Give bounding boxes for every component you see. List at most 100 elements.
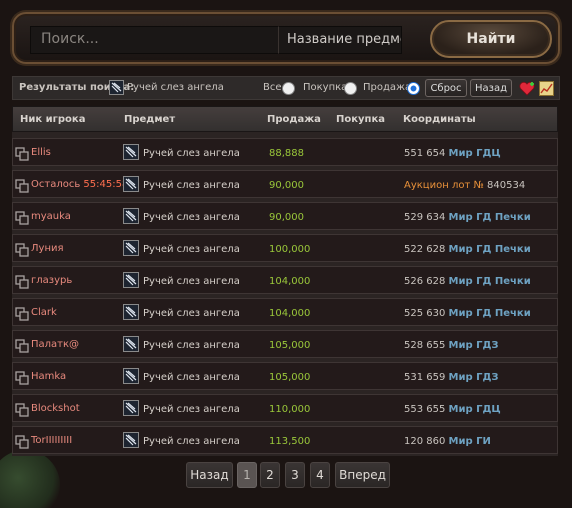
table-row[interactable]: Clark Ручей слез ангела 104,000 525 630 Мир… [12, 298, 558, 326]
row-item-name: Ручей слез ангела [143, 404, 240, 415]
search-input[interactable]: Поиск... [30, 26, 278, 54]
header-buy: Покупка [336, 114, 385, 125]
item-name-field[interactable]: Название предмета [278, 26, 402, 54]
row-price: 100,000 [269, 244, 311, 255]
copy-icon[interactable] [15, 306, 29, 321]
selected-item-name: Ручей слез ангела [127, 82, 224, 93]
item-icon [123, 304, 139, 324]
row-item-name: Ручей слез ангела [143, 308, 240, 319]
table-row[interactable]: Луния Ручей слез ангела 100,000 522 628 Мир… [12, 234, 558, 262]
radio-buy[interactable] [344, 82, 357, 95]
copy-icon[interactable] [15, 402, 29, 417]
coord-location: Мир ГДЗ [448, 340, 499, 351]
header-sell: Продажа [267, 114, 321, 125]
coord-xy: 529 634 [404, 212, 446, 223]
coord-location: Мир ГИ [448, 436, 491, 447]
table-row[interactable]: TorIIIIIIIII Ручей слез ангела 113,500 120 … [12, 426, 558, 454]
row-nick[interactable]: Clark [31, 307, 57, 318]
row-coords: 553 655 Мир ГДЦ [404, 404, 501, 415]
coord-location: Мир ГД Печки [448, 244, 531, 255]
heart-plus-icon[interactable] [519, 81, 535, 96]
coord-xy: 553 655 [404, 404, 446, 415]
coord-location: Мир ГДЦ [448, 404, 501, 415]
row-nick[interactable]: TorIIIIIIIII [31, 435, 72, 446]
item-icon [123, 432, 139, 452]
row-item-name: Ручей слез ангела [143, 340, 240, 351]
row-coords: 120 860 Мир ГИ [404, 436, 491, 447]
filter-bar: Результаты поиска: Ручей слез ангела Все… [12, 76, 560, 100]
pagination-page-1[interactable]: 1 [237, 462, 257, 488]
table-row[interactable]: myauka Ручей слез ангела 90,000 529 634 Мир… [12, 202, 558, 230]
row-item-name: Ручей слез ангела [143, 148, 240, 159]
find-button[interactable]: Найти [430, 20, 552, 58]
pagination-page-3[interactable]: 3 [285, 462, 305, 488]
row-nick[interactable]: глазурь [31, 275, 72, 286]
coord-location: Мир ГДЦ [448, 148, 501, 159]
item-icon [123, 208, 139, 228]
pagination-page-4[interactable]: 4 [310, 462, 330, 488]
row-price: 105,000 [269, 340, 311, 351]
table-row[interactable]: Ellis Ручей слез ангела 88,888 551 654 Мир … [12, 138, 558, 166]
pagination-page-2[interactable]: 2 [260, 462, 280, 488]
table-row[interactable]: Hamka Ручей слез ангела 105,000 531 659 Мир… [12, 362, 558, 390]
row-item-name: Ручей слез ангела [143, 180, 240, 191]
coord-xy: 551 654 [404, 148, 446, 159]
copy-icon[interactable] [15, 146, 29, 161]
coord-location: Мир ГД Печки [448, 212, 531, 223]
row-price: 88,888 [269, 148, 304, 159]
row-coords: 531 659 Мир ГДЗ [404, 372, 499, 383]
results-table: Ник игрока Предмет Продажа Покупка Коорд… [12, 106, 558, 456]
row-price: 110,000 [269, 404, 311, 415]
row-nick[interactable]: Blockshot [31, 403, 80, 414]
row-coords: Аукцион лот № 840534 [404, 180, 525, 191]
row-price: 90,000 [269, 212, 304, 223]
row-item-name: Ручей слез ангела [143, 372, 240, 383]
row-price: 105,000 [269, 372, 311, 383]
row-nick[interactable]: Палатк@ [31, 339, 79, 350]
row-nick[interactable]: myauka [31, 211, 71, 222]
row-price: 113,500 [269, 436, 311, 447]
row-item-name: Ручей слез ангела [143, 244, 240, 255]
row-price: 90,000 [269, 180, 304, 191]
table-row[interactable]: Blockshot Ручей слез ангела 110,000 553 655… [12, 394, 558, 422]
pagination-next-button[interactable]: Вперед [335, 462, 390, 488]
row-nick[interactable]: Hamka [31, 371, 66, 382]
copy-icon[interactable] [15, 242, 29, 257]
radio-sell[interactable] [407, 82, 420, 95]
copy-icon[interactable] [15, 434, 29, 449]
coord-xy: 525 630 [404, 308, 446, 319]
auction-lot: 840534 [487, 180, 526, 191]
pagination-prev-button[interactable]: Назад [186, 462, 233, 488]
item-icon [109, 80, 124, 99]
radio-all[interactable] [282, 82, 295, 95]
copy-icon[interactable] [15, 338, 29, 353]
copy-icon[interactable] [15, 178, 29, 193]
row-price: 104,000 [269, 308, 311, 319]
row-price: 104,000 [269, 276, 311, 287]
table-row[interactable]: Осталось 55:45:58 Ручей слез ангела 90,000… [12, 170, 558, 198]
copy-icon[interactable] [15, 274, 29, 289]
item-icon [123, 336, 139, 356]
chart-icon[interactable] [539, 81, 554, 96]
coord-location: Мир ГДЗ [448, 372, 499, 383]
header-coords: Координаты [403, 114, 476, 125]
copy-icon[interactable] [15, 370, 29, 385]
coord-xy: 526 628 [404, 276, 446, 287]
coord-xy: 528 655 [404, 340, 446, 351]
item-icon [123, 272, 139, 292]
row-coords: 528 655 Мир ГДЗ [404, 340, 499, 351]
header-item: Предмет [124, 114, 176, 125]
row-item-name: Ручей слез ангела [143, 212, 240, 223]
table-row[interactable]: глазурь Ручей слез ангела 104,000 526 628 М… [12, 266, 558, 294]
reset-button[interactable]: Сброс [425, 79, 467, 97]
back-button[interactable]: Назад [470, 79, 512, 97]
copy-icon[interactable] [15, 210, 29, 225]
auction-label: Аукцион лот № [404, 180, 484, 191]
row-nick[interactable]: Луния [31, 243, 64, 254]
row-nick[interactable]: Ellis [31, 147, 51, 158]
header-nick: Ник игрока [20, 114, 86, 125]
table-row[interactable]: Палатк@ Ручей слез ангела 105,000 528 655 М… [12, 330, 558, 358]
item-icon [123, 240, 139, 260]
item-icon [123, 176, 139, 196]
item-icon [123, 400, 139, 420]
